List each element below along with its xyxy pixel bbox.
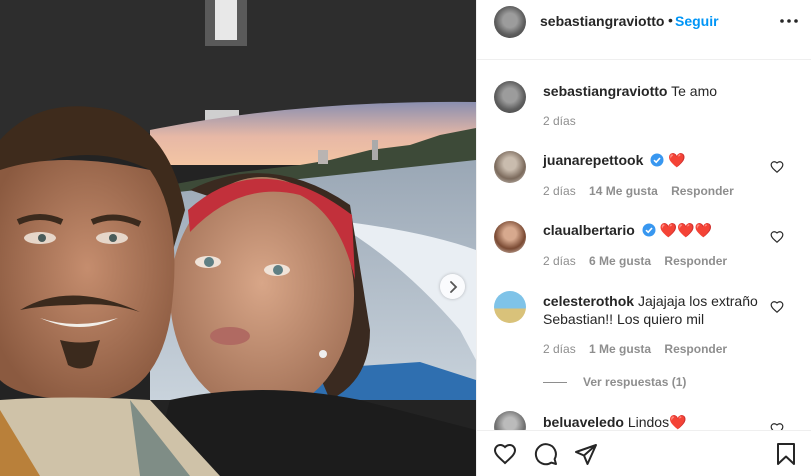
paper-plane-icon [575, 444, 597, 465]
comment-meta: 2 días 1 Me gusta Responder [543, 342, 727, 356]
comments-list[interactable]: sebastiangraviotto Te amo 2 días juanare… [477, 60, 811, 430]
post-header: sebastiangraviotto • Seguir [477, 0, 811, 60]
comment-avatar[interactable] [494, 411, 526, 430]
comment-username[interactable]: claualbertario [543, 222, 635, 238]
chevron-right-icon [449, 280, 457, 293]
post-side-panel: sebastiangraviotto • Seguir sebastiangra… [476, 0, 811, 476]
next-photo-button[interactable] [440, 274, 465, 299]
caption-text: sebastiangraviotto Te amo [543, 82, 717, 100]
comment-username[interactable]: celesterothok [543, 293, 634, 309]
comment-body-line2: Sebastian!! Los quiero mil [543, 311, 705, 327]
like-comment-heart-icon[interactable] [770, 230, 784, 244]
comment-text: claualbertario ❤️❤️❤️ [543, 221, 712, 239]
comment-body: Lindos [627, 414, 670, 430]
comment-emoji: ❤️ [668, 152, 686, 168]
reply-button[interactable]: Responder [664, 254, 727, 268]
header-separator: • [668, 12, 673, 28]
replies-divider [543, 382, 567, 384]
comment-username[interactable]: juanarepettook [543, 152, 643, 168]
comment-meta: 2 días 14 Me gusta Responder [543, 184, 734, 198]
verified-badge-icon [642, 223, 656, 237]
verified-badge-icon [650, 153, 664, 167]
comment-username[interactable]: beluaveledo [543, 414, 624, 430]
share-button[interactable] [573, 441, 599, 467]
post-actions-bar [477, 430, 811, 476]
caption-body: Te amo [671, 83, 718, 99]
comment-likes[interactable]: 14 Me gusta [589, 184, 658, 198]
more-horizontal-icon [780, 19, 798, 23]
comment-likes[interactable]: 1 Me gusta [589, 342, 651, 356]
more-options-button[interactable] [777, 9, 801, 33]
comment-avatar[interactable] [494, 291, 526, 323]
caption-avatar[interactable] [494, 81, 526, 113]
like-comment-heart-icon[interactable] [770, 160, 784, 174]
comment-emoji: ❤️❤️❤️ [659, 222, 712, 238]
follow-button[interactable]: Seguir [675, 13, 719, 29]
like-comment-heart-icon[interactable] [770, 422, 784, 430]
like-button[interactable] [492, 441, 518, 467]
comment-avatar[interactable] [494, 151, 526, 183]
bookmark-icon [777, 443, 795, 465]
author-avatar[interactable] [494, 6, 526, 38]
heart-outline-icon [493, 443, 517, 465]
selfie-image [0, 0, 476, 476]
reply-button[interactable]: Responder [671, 184, 734, 198]
view-replies-label: Ver respuestas (1) [583, 375, 687, 389]
comment-time[interactable]: 2 días [543, 342, 576, 356]
comment-likes[interactable]: 6 Me gusta [589, 254, 651, 268]
comment-icon [534, 443, 557, 466]
comment-text: celesterothok Jajajaja los extraño Sebas… [543, 292, 763, 328]
save-button[interactable] [773, 441, 799, 467]
comment-body: Jajajaja los extraño [637, 293, 758, 309]
caption-time[interactable]: 2 días [543, 114, 576, 128]
comment-button[interactable] [533, 441, 559, 467]
comment-text: juanarepettook ❤️ [543, 151, 686, 169]
reply-button[interactable]: Responder [664, 342, 727, 356]
comment-meta: 2 días 6 Me gusta Responder [543, 254, 727, 268]
comment-text: beluaveledo Lindos❤️ [543, 413, 687, 430]
comment-emoji: ❤️ [669, 414, 687, 430]
comment-time[interactable]: 2 días [543, 184, 576, 198]
author-username[interactable]: sebastiangraviotto [540, 13, 664, 29]
post-photo[interactable] [0, 0, 476, 476]
caption-username[interactable]: sebastiangraviotto [543, 83, 667, 99]
like-comment-heart-icon[interactable] [770, 300, 784, 314]
comment-time[interactable]: 2 días [543, 254, 576, 268]
comment-avatar[interactable] [494, 221, 526, 253]
view-replies-button[interactable]: Ver respuestas (1) [543, 375, 686, 389]
